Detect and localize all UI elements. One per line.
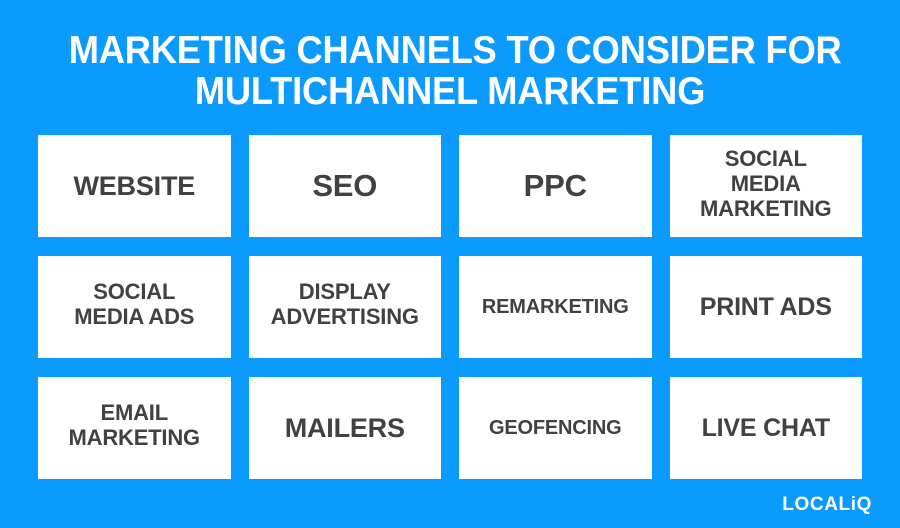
channel-card[interactable]: SOCIAL MEDIA MARKETING bbox=[669, 135, 862, 237]
channel-card[interactable]: SEO bbox=[248, 135, 441, 237]
channel-card[interactable]: WEBSITE bbox=[38, 135, 231, 237]
channel-card-label: EMAIL MARKETING bbox=[68, 400, 201, 450]
infographic-canvas: MARKETING CHANNELS TO CONSIDER FOR MULTI… bbox=[0, 0, 900, 528]
channel-card-label: WEBSITE bbox=[73, 171, 196, 201]
page-title-line-1: MARKETING CHANNELS TO CONSIDER FOR bbox=[68, 29, 842, 72]
page-title: MARKETING CHANNELS TO CONSIDER FOR MULTI… bbox=[0, 30, 900, 112]
channel-card-grid: WEBSITE SEO PPC SOCIAL MEDIA MARKETING SOCIA… bbox=[38, 135, 862, 479]
channel-card-label: GEOFENCING bbox=[489, 416, 622, 439]
channel-card-label: REMARKETING bbox=[481, 295, 629, 318]
channel-card[interactable]: SOCIAL MEDIA ADS bbox=[38, 256, 231, 358]
channel-card[interactable]: LIVE CHAT bbox=[669, 377, 862, 479]
channel-card-label: DISPLAY ADVERTISING bbox=[270, 279, 419, 329]
channel-card[interactable]: MAILERS bbox=[248, 377, 441, 479]
localiq-logo: LOCALiQ bbox=[782, 494, 872, 515]
page-title-line-2: MULTICHANNEL MARKETING bbox=[194, 70, 706, 113]
channel-card-label: MAILERS bbox=[284, 413, 405, 443]
channel-card-label: SOCIAL MEDIA ADS bbox=[74, 279, 195, 329]
channel-card[interactable]: PPC bbox=[459, 135, 652, 237]
channel-card[interactable]: DISPLAY ADVERTISING bbox=[248, 256, 441, 358]
channel-card-label: LIVE CHAT bbox=[701, 414, 830, 442]
channel-card[interactable]: EMAIL MARKETING bbox=[38, 377, 231, 479]
channel-card-label: PPC bbox=[523, 168, 587, 203]
channel-card[interactable]: REMARKETING bbox=[459, 256, 652, 358]
channel-card-label: PRINT ADS bbox=[699, 293, 832, 321]
channel-card-label: SEO bbox=[312, 168, 378, 203]
channel-card[interactable]: GEOFENCING bbox=[459, 377, 652, 479]
channel-card-label: SOCIAL MEDIA MARKETING bbox=[700, 145, 832, 221]
channel-card[interactable]: PRINT ADS bbox=[669, 256, 862, 358]
